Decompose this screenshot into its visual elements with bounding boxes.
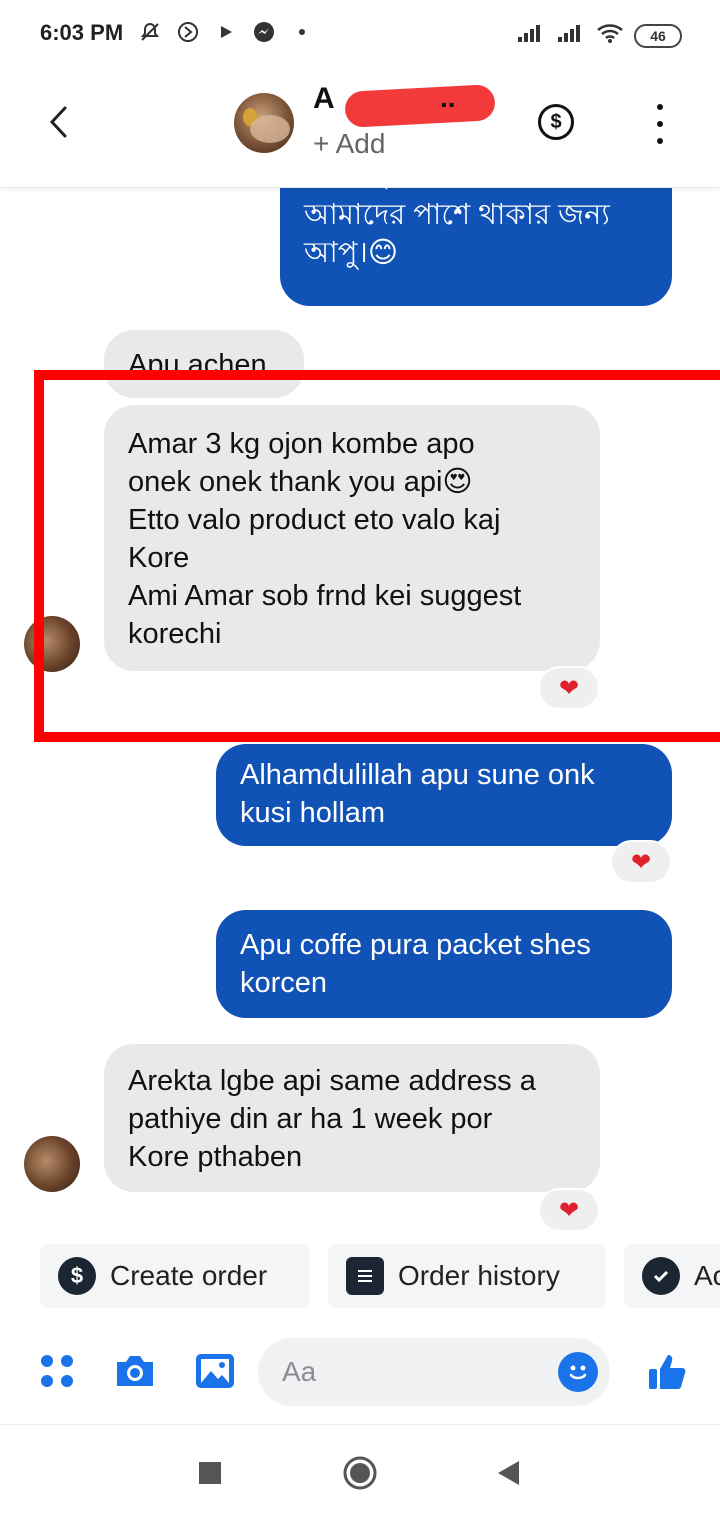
quick-actions-bar: $ Create order Order history Ac [0,1238,720,1316]
check-icon [642,1257,680,1295]
status-time: 6:03 PM [40,20,124,45]
heart-icon: ❤ [558,674,580,702]
chip-label: Ac [694,1260,720,1291]
message-composer [0,1324,720,1420]
circle-arrow-icon [176,20,200,44]
system-navigation-bar [0,1424,720,1520]
dollar-icon: $ [550,110,562,133]
message-text: Arekta lgbe api same address a pathiye d… [128,1065,536,1173]
play-icon [214,20,238,44]
message-text: Amar 3 kg ojon kombe apo onek onek thank… [128,428,522,650]
messenger-icon [252,20,276,44]
more-options-button[interactable] [648,104,672,144]
emoji-icon[interactable] [558,1352,598,1392]
signal-icon [516,23,546,48]
heart-reaction[interactable]: ❤ [538,666,600,710]
gallery-icon[interactable] [192,1348,238,1394]
list-icon [346,1257,384,1295]
message-bubble-outgoing[interactable]: Apu coffe pura packet shes korcen [216,910,672,1018]
heart-icon: ❤ [558,1196,580,1224]
payment-button[interactable]: $ [538,104,574,140]
message-text: Alhamdulillah apu sune onk kusi hollam [240,759,595,829]
redaction-mark [344,84,496,128]
heart-reaction[interactable]: ❤ [538,1188,600,1232]
signal-icon-2 [556,23,586,48]
chip-label: Order history [398,1260,560,1291]
mute-icon [138,20,162,44]
triangle-back-icon [498,1461,519,1485]
sender-avatar[interactable] [24,1136,80,1192]
third-action-button[interactable]: Ac [624,1244,720,1308]
status-bar: 6:03 PM 46 [0,0,720,70]
status-system-icons: 46 [516,22,682,49]
contact-avatar[interactable] [234,93,294,153]
back-button[interactable] [38,100,78,144]
order-history-button[interactable]: Order history [328,1244,606,1308]
square-icon [199,1462,221,1484]
camera-icon[interactable] [112,1348,158,1394]
message-bubble-incoming[interactable]: Arekta lgbe api same address a pathiye d… [104,1044,600,1192]
message-bubble-incoming[interactable]: Amar 3 kg ojon kombe apo onek onek thank… [104,405,600,671]
chevron-left-icon [49,106,67,138]
back-nav-button[interactable] [488,1453,528,1493]
battery-icon: 46 [634,23,682,48]
message-input[interactable] [258,1338,538,1406]
heart-reaction[interactable]: ❤ [610,840,672,884]
heart-icon: ❤ [630,848,652,876]
dollar-icon: $ [58,1257,96,1295]
contact-name-suffix: .. [440,82,456,113]
thumbs-up-icon[interactable] [644,1348,690,1394]
chat-header: A .. + Add $ [0,70,720,188]
apps-icon[interactable] [34,1348,80,1394]
message-input-box [258,1338,610,1406]
create-order-button[interactable]: $ Create order [40,1244,310,1308]
dot-icon [290,20,314,44]
message-bubble-incoming[interactable]: Apu achen [104,330,304,398]
message-bubble-outgoing[interactable]: Alhamdulillah apu sune onk kusi hollam [216,744,672,846]
message-text: Apu achen [128,349,267,381]
add-nickname-link[interactable]: + Add [313,128,385,160]
circle-icon [343,1456,377,1490]
sender-avatar[interactable] [24,616,80,672]
chip-label: Create order [110,1260,268,1291]
recents-button[interactable] [190,1453,230,1493]
wifi-icon [596,22,624,49]
home-button[interactable] [340,1453,380,1493]
status-notification-icons [138,20,314,44]
contact-name[interactable]: A [313,82,335,116]
message-text: Apu coffe pura packet shes korcen [240,929,591,999]
